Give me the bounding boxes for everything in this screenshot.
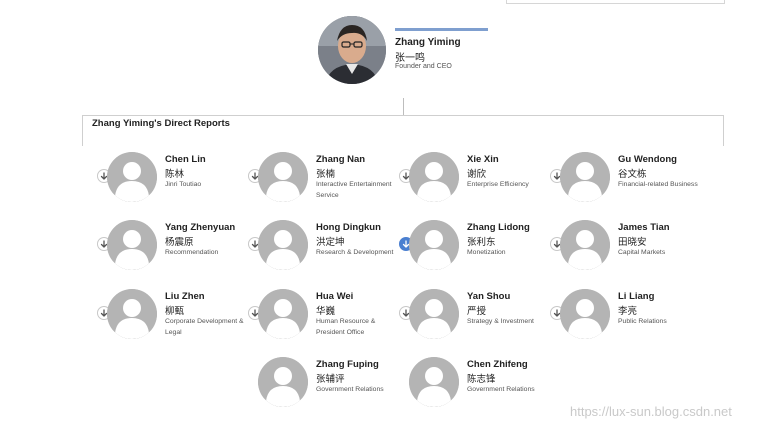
ceo-title: Founder and CEO [395,63,452,70]
report-name[interactable]: Zhang Fuping [316,359,379,370]
report-name-cn: 洪定坤 [316,237,345,248]
report-card[interactable]: Chen Lin 陈林 Jinri Toutiao [97,152,247,212]
person-silhouette-icon [409,152,459,202]
report-name[interactable]: Hua Wei [316,291,353,302]
ceo-accent-bar [395,28,488,31]
report-title: Corporate Development & Legal [165,318,244,336]
report-name[interactable]: Zhang Nan [316,154,365,165]
top-panel-edge [506,0,725,4]
avatar[interactable] [258,289,308,339]
avatar[interactable] [409,152,459,202]
person-silhouette-icon [107,220,157,270]
report-card[interactable]: Zhang Lidong 张利东 Monetization [399,220,549,280]
person-silhouette-icon [107,152,157,202]
ceo-photo[interactable] [318,16,386,84]
ceo-name[interactable]: Zhang Yiming [395,37,461,48]
connector-line [403,98,404,115]
report-card[interactable]: Hong Dingkun 洪定坤 Research & Development [248,220,398,280]
report-title: Enterprise Efficiency [467,181,529,188]
report-title: Recommendation [165,249,219,256]
report-card[interactable]: Xie Xin 谢欣 Enterprise Efficiency [399,152,549,212]
report-title: Public Relations [618,318,667,325]
watermark: https://lux-sun.blog.csdn.net [570,404,732,419]
report-card[interactable]: Gu Wendong 谷文栋 Financial-related Business [550,152,700,212]
avatar[interactable] [560,220,610,270]
avatar[interactable] [107,220,157,270]
person-silhouette-icon [107,289,157,339]
report-name[interactable]: Xie Xin [467,154,499,165]
avatar[interactable] [258,152,308,202]
report-name-cn: 张辅评 [316,374,345,385]
person-silhouette-icon [409,357,459,407]
report-title: Monetization [467,249,506,256]
report-name[interactable]: Gu Wendong [618,154,677,165]
report-name-cn: 杨震原 [165,237,194,248]
report-title: Jinri Toutiao [165,181,202,188]
report-card[interactable]: Zhang Fuping 张辅评 Government Relations [248,357,398,417]
person-silhouette-icon [560,220,610,270]
report-card[interactable]: Hua Wei 华巍 Human Resource & President Offi… [248,289,398,349]
avatar[interactable] [107,289,157,339]
person-silhouette-icon [258,152,308,202]
report-title: Human Resource & President Office [316,318,376,336]
person-silhouette-icon [560,152,610,202]
report-name-cn: 陈林 [165,169,185,180]
report-title: Strategy & Investment [467,318,534,325]
report-card[interactable]: Zhang Nan 张楠 Interactive Entertainment Ser… [248,152,398,212]
person-silhouette-icon [258,357,308,407]
report-title: Research & Development [316,249,394,256]
direct-reports-title: Zhang Yiming's Direct Reports [92,118,230,129]
avatar[interactable] [560,289,610,339]
person-silhouette-icon [258,289,308,339]
avatar[interactable] [409,357,459,407]
report-name[interactable]: Zhang Lidong [467,222,530,233]
report-name[interactable]: James Tian [618,222,670,233]
avatar[interactable] [560,152,610,202]
report-name-cn: 田晓安 [618,237,647,248]
avatar[interactable] [258,357,308,407]
report-name-cn: 张利东 [467,237,496,248]
avatar[interactable] [409,220,459,270]
report-name[interactable]: Li Liang [618,291,654,302]
report-name-cn: 华巍 [316,306,336,317]
report-name-cn: 谢欣 [467,169,487,180]
report-name[interactable]: Chen Zhifeng [467,359,528,370]
person-silhouette-icon [560,289,610,339]
ceo-name-cn: 张一鸣 [395,53,425,64]
report-card[interactable]: Liu Zhen 柳甄 Corporate Development & Legal [97,289,247,349]
report-card[interactable]: Li Liang 李亮 Public Relations [550,289,700,349]
person-silhouette-icon [409,220,459,270]
report-name-cn: 李亮 [618,306,638,317]
person-silhouette-icon [258,220,308,270]
report-title: Government Relations [316,386,384,393]
report-name-cn: 严授 [467,306,487,317]
report-name[interactable]: Chen Lin [165,154,206,165]
report-card[interactable]: James Tian 田晓安 Capital Markets [550,220,700,280]
ceo-portrait-icon [318,16,386,84]
report-title: Financial-related Business [618,181,698,188]
avatar[interactable] [107,152,157,202]
report-card[interactable]: Yan Shou 严授 Strategy & Investment [399,289,549,349]
person-silhouette-icon [409,289,459,339]
report-name[interactable]: Yan Shou [467,291,510,302]
report-card[interactable]: Yang Zhenyuan 杨震原 Recommendation [97,220,247,280]
report-title: Capital Markets [618,249,666,256]
report-card[interactable]: Chen Zhifeng 陈志锋 Government Relations [399,357,549,417]
report-name-cn: 谷文栋 [618,169,647,180]
report-name[interactable]: Hong Dingkun [316,222,381,233]
report-title: Government Relations [467,386,535,393]
avatar[interactable] [258,220,308,270]
report-name-cn: 柳甄 [165,306,185,317]
report-name[interactable]: Yang Zhenyuan [165,222,235,233]
report-name[interactable]: Liu Zhen [165,291,205,302]
report-title: Interactive Entertainment Service [316,181,392,199]
report-name-cn: 张楠 [316,169,336,180]
avatar[interactable] [409,289,459,339]
report-name-cn: 陈志锋 [467,374,496,385]
